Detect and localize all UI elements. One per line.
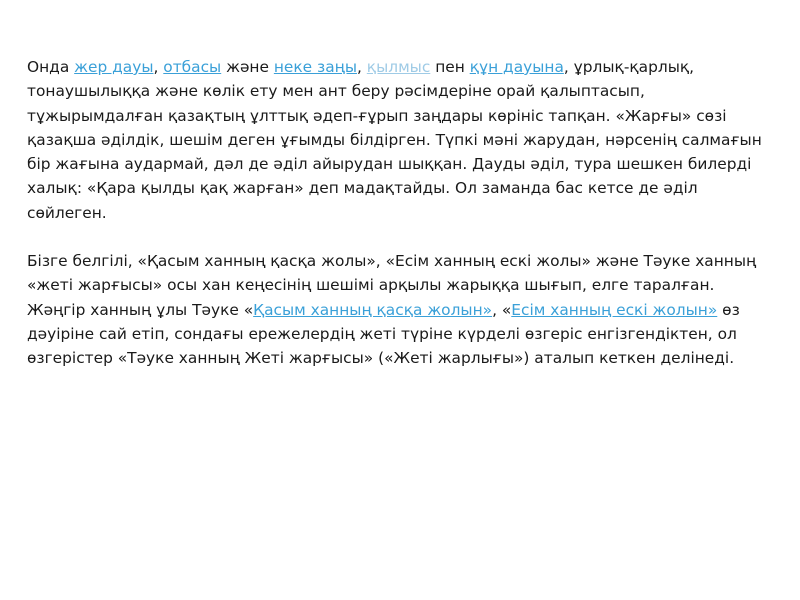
slide-text-body: Онда жер дауы, отбасы және неке заңы, қы…: [27, 55, 775, 371]
link-kasym-khan-kaska-zholy[interactable]: Қасым ханның қасқа жолын»: [253, 301, 492, 319]
text-run: және: [221, 58, 274, 76]
text-run: Онда: [27, 58, 75, 76]
link-kun-dauyna[interactable]: құн дауына: [470, 58, 564, 76]
text-run: ,: [153, 58, 164, 76]
link-esim-khan-eski-zholy[interactable]: Есім ханның ескі жолын»: [511, 301, 717, 319]
link-neke-zany[interactable]: неке заңы: [274, 58, 357, 76]
text-run: ,: [356, 58, 367, 76]
slide: Онда жер дауы, отбасы және неке заңы, қы…: [0, 0, 800, 600]
text-run: , «: [492, 300, 512, 319]
link-zher-dauy[interactable]: жер дауы: [74, 58, 153, 76]
paragraph-2: Бізге белгілі, «Қасым ханның қасқа жолы»…: [27, 249, 775, 370]
link-otbasy[interactable]: отбасы: [163, 58, 221, 76]
paragraph-1: Онда жер дауы, отбасы және неке заңы, қы…: [27, 55, 775, 225]
text-run: , ұрлық-қарлық, тонаушылыққа және көлік …: [27, 58, 762, 222]
text-run: пен: [430, 58, 470, 76]
link-kylmys[interactable]: қылмыс: [367, 58, 431, 76]
